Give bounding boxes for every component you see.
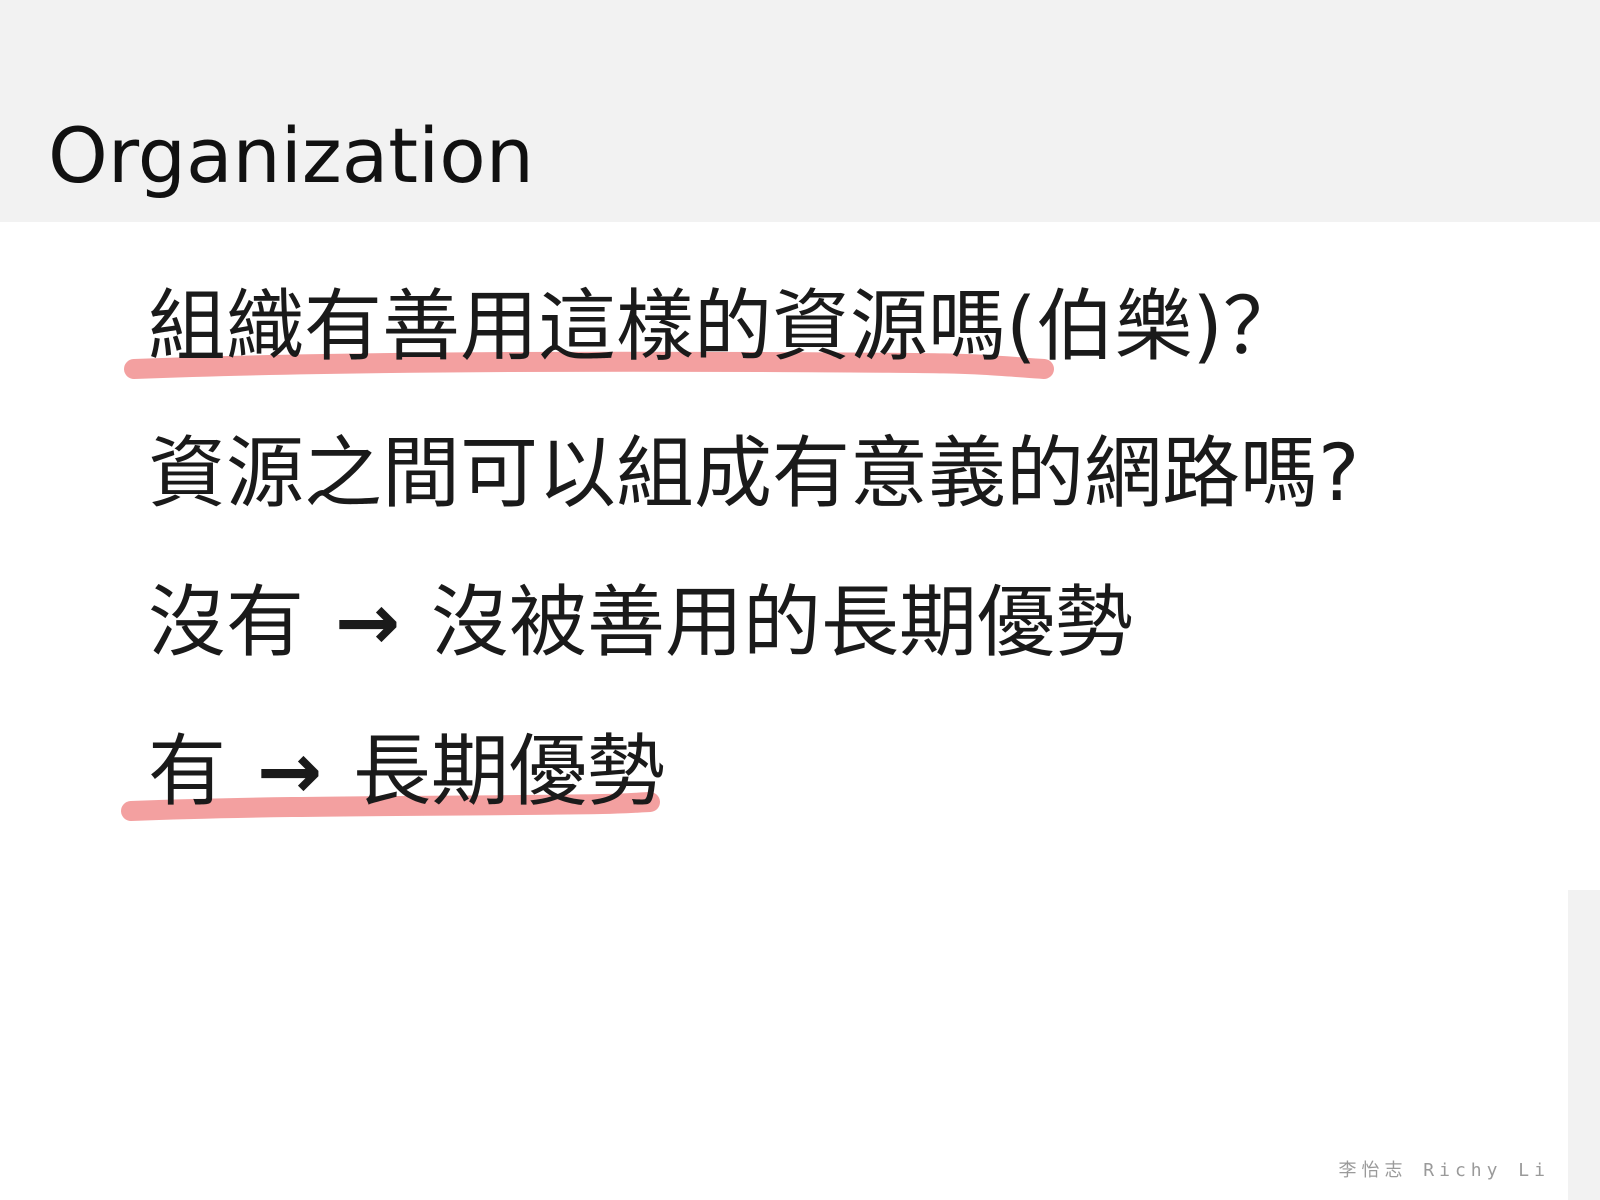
side-strip [1568,890,1600,1200]
line-4-right: 長期優勢 [352,727,665,817]
line-3-right: 沒被善用的長期優勢 [430,578,1133,668]
line-2-text: 資源之間可以組成有意義的網路嗎? [148,429,1360,519]
line-3-left: 沒有 [148,578,305,668]
bullet-line-3: 沒有 → 沒被善用的長期優勢 [148,584,1133,662]
bullet-line-2: 資源之間可以組成有意義的網路嗎? [148,435,1359,513]
slide-title: Organization [48,111,534,200]
arrow-icon: → [256,727,323,817]
bullet-line-1: 組織有善用這樣的資源嗎(伯樂)？ [148,288,1301,366]
footer-credit: 李怡志 Richy Li [1338,1160,1550,1181]
bullet-line-4: 有 → 長期優勢 [148,733,665,811]
arrow-icon: → [334,578,401,668]
line-1-text: 組織有善用這樣的資源嗎(伯樂)？ [148,282,1301,372]
line-4-left: 有 [148,727,227,817]
